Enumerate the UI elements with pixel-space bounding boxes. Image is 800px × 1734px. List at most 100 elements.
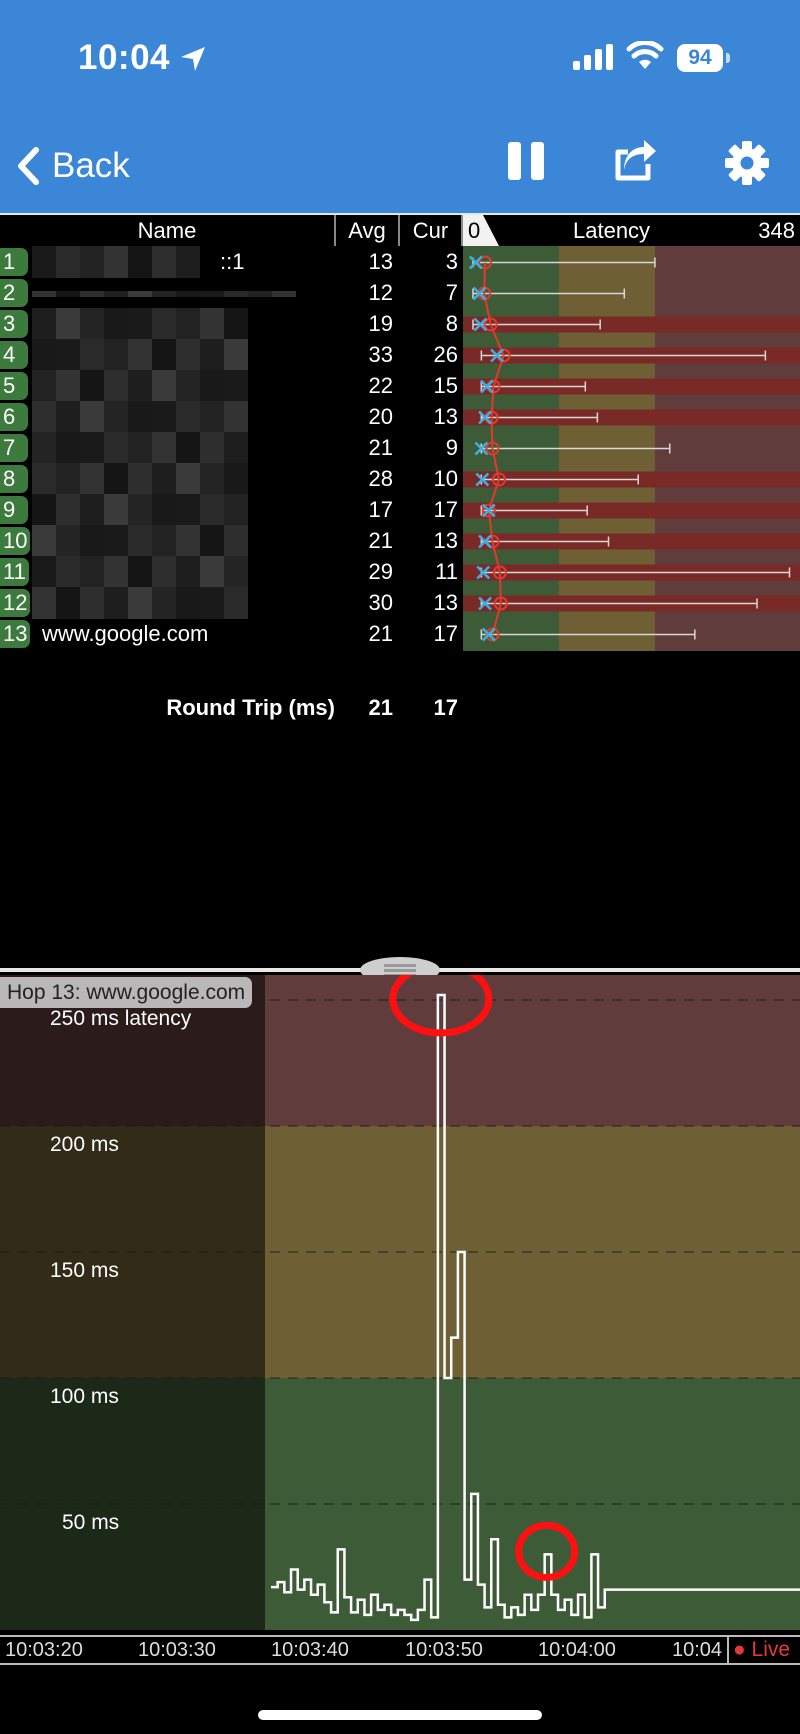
table-row[interactable]: 5 22 15	[0, 370, 463, 402]
header-name[interactable]: Name	[0, 215, 336, 246]
time-axis: 10:03:20 10:03:30 10:03:40 10:03:50 10:0…	[0, 1635, 800, 1665]
round-trip-row: Round Trip (ms) 21 17	[0, 692, 463, 724]
avg-value: 22	[368, 373, 393, 398]
hop-number: 13	[0, 620, 31, 648]
share-icon[interactable]	[614, 140, 658, 184]
cur-value: 26	[433, 342, 458, 367]
battery-icon: 94	[677, 44, 723, 72]
wifi-icon	[626, 41, 664, 69]
redacted-host	[32, 494, 248, 526]
back-button[interactable]: Back	[16, 142, 130, 190]
table-row[interactable]: 7 21 9	[0, 432, 463, 464]
table-row[interactable]: 12 30 13	[0, 587, 463, 619]
host-name: ::1	[220, 249, 245, 274]
hop-number: 4	[0, 341, 28, 369]
hop-detail-label: Hop 13: www.google.com	[0, 977, 253, 1008]
x-tick: 10:03:30	[138, 1639, 216, 1661]
avg-value: 28	[368, 466, 393, 491]
cur-value: 8	[445, 311, 458, 336]
latency-min-label: 0	[468, 218, 481, 243]
hop-number: 1	[0, 248, 28, 276]
redacted-host	[32, 339, 248, 371]
table-row[interactable]: 1::1 13 3	[0, 246, 463, 278]
location-arrow-icon	[181, 47, 205, 71]
gear-icon[interactable]	[724, 140, 770, 186]
hop-number: 10	[0, 527, 31, 555]
redacted-host	[32, 525, 248, 557]
cur-value: 3	[445, 249, 458, 274]
table-row[interactable]: 3 19 8	[0, 308, 463, 340]
avg-value: 12	[368, 280, 393, 305]
table-row[interactable]: 8 28 10	[0, 463, 463, 495]
signal-icon	[573, 44, 613, 70]
battery-nub	[726, 53, 730, 63]
home-indicator[interactable]	[258, 1710, 542, 1720]
avg-value: 13	[368, 249, 393, 274]
pause-icon[interactable]	[506, 140, 546, 182]
table-row[interactable]: 6 20 13	[0, 401, 463, 433]
hop-number: 5	[0, 372, 28, 400]
y-label-200: 200 ms	[50, 1133, 119, 1156]
avg-value: 33	[368, 342, 393, 367]
avg-value: 19	[368, 311, 393, 336]
chart-zone-bad-active	[265, 975, 800, 1126]
hop-number: 2	[0, 279, 28, 307]
y-label-150: 150 ms	[50, 1259, 119, 1282]
table-row[interactable]: 11 29 11	[0, 556, 463, 588]
cur-value: 15	[433, 373, 458, 398]
avg-value: 30	[368, 590, 393, 615]
header-cur[interactable]: Cur	[400, 215, 463, 246]
y-label-250: 250 ms latency	[50, 1007, 192, 1030]
x-tick: 10:03:50	[405, 1639, 483, 1661]
table-row[interactable]: 4 33 26	[0, 339, 463, 371]
cur-value: 13	[433, 590, 458, 615]
latency-title: Latency	[573, 218, 651, 243]
redacted-host	[32, 308, 248, 340]
live-button[interactable]: ● Live	[727, 1637, 800, 1663]
hop-number: 6	[0, 403, 28, 431]
redacted-host	[32, 277, 296, 309]
table-row[interactable]: 13 www.google.com 21 17	[0, 618, 463, 650]
cur-value: 9	[445, 435, 458, 460]
round-trip-label: Round Trip (ms)	[166, 695, 335, 720]
redacted-host	[32, 556, 248, 588]
table-row[interactable]: 9 17 17	[0, 494, 463, 526]
cur-value: 17	[433, 497, 458, 522]
hop-number: 8	[0, 465, 28, 493]
cur-value: 17	[433, 621, 458, 646]
header-avg[interactable]: Avg	[336, 215, 400, 246]
round-trip-cur: 17	[433, 695, 458, 720]
round-trip-avg: 21	[368, 695, 393, 720]
status-time: 10:04	[78, 38, 171, 77]
cur-value: 13	[433, 528, 458, 553]
redacted-host	[32, 432, 248, 464]
table-row[interactable]: 2 12 7	[0, 277, 463, 309]
cur-value: 7	[445, 280, 458, 305]
table-row[interactable]: 10 21 13	[0, 525, 463, 557]
redacted-host	[32, 370, 248, 402]
avg-value: 21	[368, 528, 393, 553]
avg-value: 20	[368, 404, 393, 429]
y-label-100: 100 ms	[50, 1385, 119, 1408]
nav-bar: Back	[0, 120, 800, 215]
avg-value: 17	[368, 497, 393, 522]
table-header: Name Avg Cur 0 Latency 348	[0, 215, 800, 246]
header-latency[interactable]: 0 Latency 348	[463, 215, 800, 246]
x-tick: 10:04:00	[538, 1639, 616, 1661]
x-tick: 10:03:40	[271, 1639, 349, 1661]
hop-number: 3	[0, 310, 28, 338]
cur-value: 10	[433, 466, 458, 491]
redacted-host	[32, 401, 248, 433]
redacted-host	[32, 246, 200, 278]
hop-number: 11	[0, 558, 29, 586]
status-bar: 10:04 94	[0, 0, 800, 120]
redacted-host	[32, 587, 248, 619]
hop-latency-chart[interactable]	[0, 975, 800, 1635]
latency-graph	[463, 246, 800, 651]
avg-value: 21	[368, 435, 393, 460]
redacted-host	[32, 463, 248, 495]
hop-number: 9	[0, 496, 28, 524]
cur-value: 13	[433, 404, 458, 429]
back-label: Back	[52, 146, 130, 185]
chevron-left-icon	[18, 147, 39, 185]
